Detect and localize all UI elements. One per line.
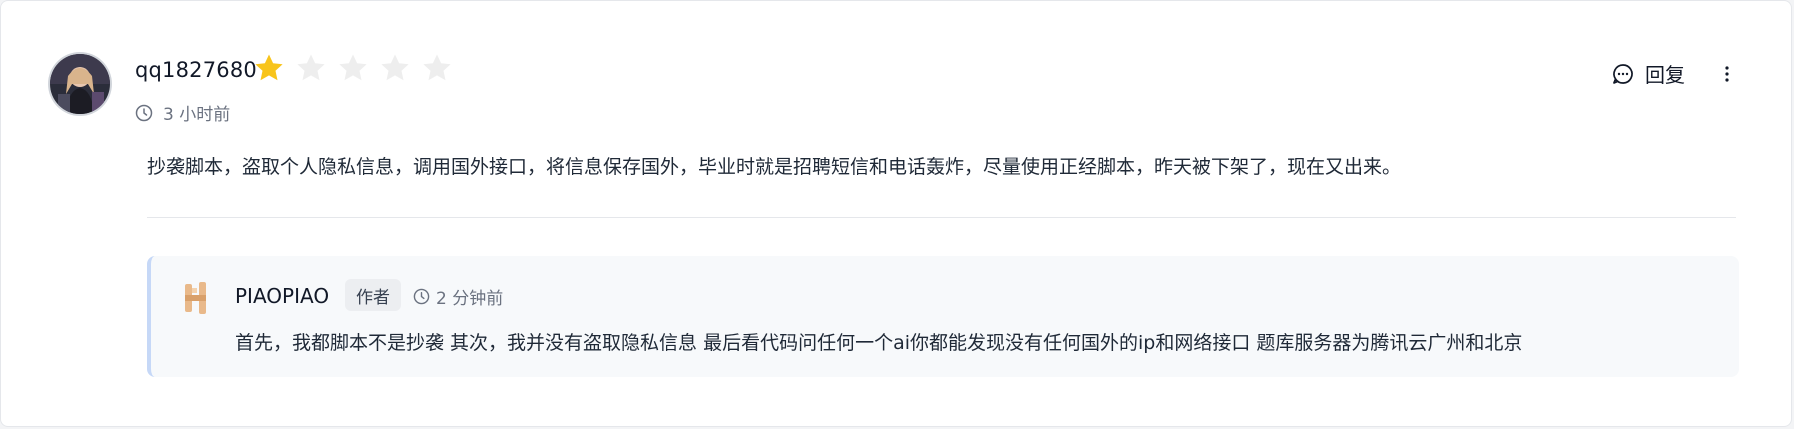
star-empty-icon bbox=[381, 54, 409, 81]
reply-time: 2 分钟前 bbox=[413, 284, 503, 309]
more-vertical-icon bbox=[1725, 65, 1729, 82]
username[interactable]: qq1827680 bbox=[135, 58, 257, 82]
reply-time-text: 2 分钟前 bbox=[436, 289, 504, 309]
reply-button[interactable]: 回复 bbox=[1611, 59, 1685, 88]
star-empty-icon bbox=[297, 54, 325, 81]
star-empty-icon bbox=[339, 54, 367, 81]
reply-text: 首先，我都脚本不是抄袭 其次，我并没有盗取隐私信息 最后看代码问任何一个ai你都… bbox=[235, 332, 1523, 354]
reply-button-label: 回复 bbox=[1645, 63, 1685, 87]
clock-icon bbox=[135, 104, 153, 121]
star-filled-icon bbox=[255, 54, 283, 81]
review-card: qq1827680 3 小时前 回复 抄袭脚本，盗取个人隐私信息，调用国外接口，… bbox=[0, 0, 1792, 427]
user-avatar[interactable] bbox=[50, 54, 110, 114]
avatar-image bbox=[50, 54, 110, 114]
author-badge: 作者 bbox=[345, 279, 401, 311]
star-empty-icon bbox=[423, 54, 451, 81]
chat-bubble-icon bbox=[1613, 63, 1633, 84]
comment-actions: 回复 bbox=[1611, 59, 1741, 88]
more-options-button[interactable] bbox=[1713, 60, 1741, 88]
clock-icon bbox=[413, 288, 430, 305]
author-reply: PIAOPIAO 作者 2 分钟前 首先，我都脚本不是抄袭 其次，我并没有盗取隐… bbox=[147, 256, 1739, 377]
reply-author[interactable]: PIAOPIAO bbox=[235, 284, 329, 308]
author-avatar[interactable] bbox=[181, 280, 217, 316]
comment-text: 抄袭脚本，盗取个人隐私信息，调用国外接口，将信息保存国外，毕业时就是招聘短信和电… bbox=[147, 156, 1402, 178]
divider bbox=[147, 217, 1736, 218]
comment-time-text: 3 小时前 bbox=[163, 105, 231, 125]
rating-stars bbox=[253, 52, 453, 84]
comment-time: 3 小时前 bbox=[135, 100, 230, 125]
